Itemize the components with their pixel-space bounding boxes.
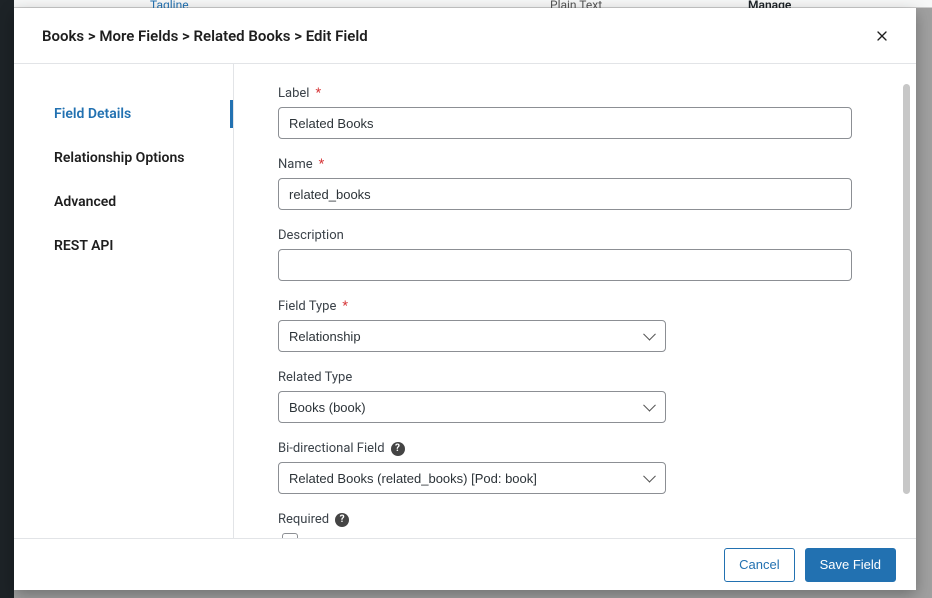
help-icon[interactable]: ?	[335, 513, 349, 527]
label-text: Field Type	[278, 299, 336, 314]
field-label: Required ?	[278, 512, 880, 527]
name-input[interactable]	[278, 178, 852, 210]
label-text: Name	[278, 157, 313, 172]
field-row-name: Name *	[278, 157, 880, 210]
tab-advanced[interactable]: Advanced	[14, 180, 233, 224]
form-panel: Label * Name * Description	[234, 64, 916, 538]
label-text: Related Type	[278, 370, 352, 385]
field-row-label: Label *	[278, 86, 880, 139]
edit-field-modal: Books > More Fields > Related Books > Ed…	[14, 8, 916, 590]
label-text: Required	[278, 512, 329, 527]
bidirectional-select-wrap	[278, 462, 666, 494]
breadcrumb: Books > More Fields > Related Books > Ed…	[42, 27, 368, 45]
modal-footer: Cancel Save Field	[14, 538, 916, 590]
save-field-button[interactable]: Save Field	[805, 548, 896, 582]
required-star: *	[319, 157, 325, 172]
sidebar-tabs: Field Details Relationship Options Advan…	[14, 64, 234, 538]
label-text: Label	[278, 86, 309, 101]
field-row-related-type: Related Type	[278, 370, 880, 423]
tab-label: Relationship Options	[54, 150, 184, 166]
related-type-select-wrap	[278, 391, 666, 423]
field-label: Bi-directional Field ?	[278, 441, 880, 456]
field-label: Label *	[278, 86, 880, 101]
related-type-select[interactable]	[278, 391, 666, 423]
label-text: Description	[278, 228, 344, 243]
field-label: Related Type	[278, 370, 880, 385]
cancel-button[interactable]: Cancel	[724, 548, 794, 582]
close-icon	[874, 28, 890, 44]
label-text: Bi-directional Field	[278, 441, 385, 456]
tab-label: REST API	[54, 238, 113, 254]
button-label: Cancel	[739, 557, 779, 572]
field-label: Description	[278, 228, 880, 243]
field-type-select[interactable]	[278, 320, 666, 352]
required-checkbox[interactable]	[282, 533, 298, 538]
field-row-description: Description	[278, 228, 880, 281]
tab-label: Advanced	[54, 194, 116, 210]
background-admin-sidebar	[0, 0, 14, 598]
field-row-required: Required ?	[278, 512, 880, 538]
modal-body: Field Details Relationship Options Advan…	[14, 64, 916, 538]
required-star: *	[342, 299, 348, 314]
label-input[interactable]	[278, 107, 852, 139]
field-row-field-type: Field Type *	[278, 299, 880, 352]
help-icon[interactable]: ?	[391, 442, 405, 456]
description-input[interactable]	[278, 249, 852, 281]
field-row-bidirectional: Bi-directional Field ?	[278, 441, 880, 494]
required-star: *	[315, 86, 321, 101]
tab-label: Field Details	[54, 106, 131, 122]
bidirectional-select[interactable]	[278, 462, 666, 494]
tab-relationship-options[interactable]: Relationship Options	[14, 136, 233, 180]
button-label: Save Field	[820, 557, 881, 572]
field-label: Name *	[278, 157, 880, 172]
field-type-select-wrap	[278, 320, 666, 352]
modal-header: Books > More Fields > Related Books > Ed…	[14, 8, 916, 64]
field-label: Field Type *	[278, 299, 880, 314]
close-button[interactable]	[870, 24, 894, 48]
scrollbar[interactable]	[903, 84, 910, 494]
tab-rest-api[interactable]: REST API	[14, 224, 233, 268]
background-bar	[0, 0, 932, 8]
tab-field-details[interactable]: Field Details	[14, 92, 233, 136]
